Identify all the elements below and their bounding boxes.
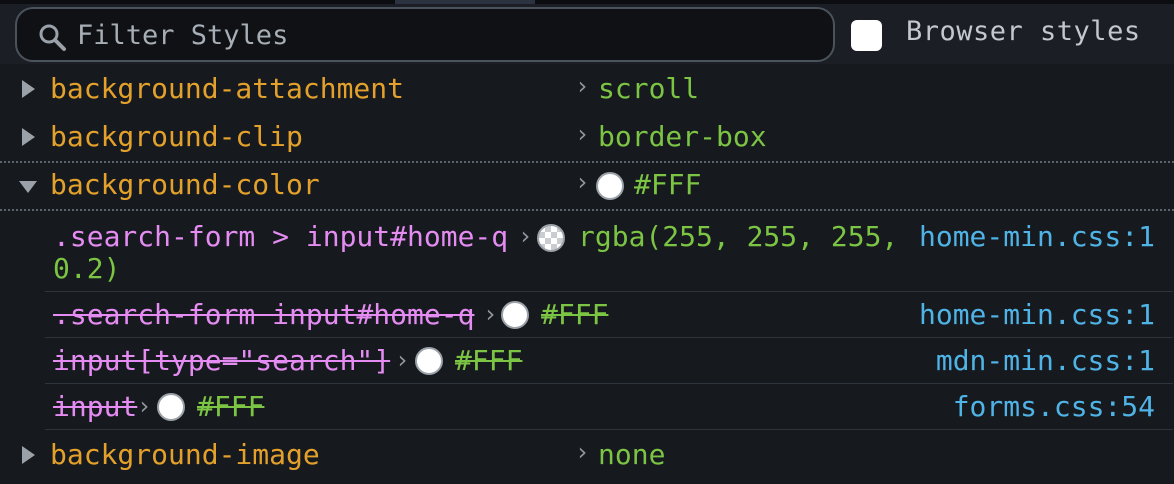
rule-value: #FFF [541,298,609,331]
rule-selector[interactable]: input[type="search"] [53,344,390,377]
property-name: background-attachment [50,72,405,105]
search-icon [39,24,66,51]
color-swatch-icon[interactable] [501,301,529,329]
row-divider [0,209,1174,211]
chevron-right-icon: › [518,222,533,250]
matched-rule-overridden: input[type="search"] › #FFF mdn-min.css:… [45,338,1173,384]
property-value: none [598,438,666,471]
filter-toolbar: Browser styles [0,4,1174,64]
rule-selector[interactable]: .search-form input#home-q [53,298,474,331]
color-swatch-icon[interactable] [596,172,624,200]
rule-value: #FFF [197,390,265,423]
property-name: background-clip [50,120,303,153]
property-value: border-box [598,120,767,153]
property-name: background-color [50,168,320,201]
rule-selector[interactable]: input [53,390,137,423]
rule-value: #FFF [455,344,523,377]
browser-styles-label[interactable]: Browser styles [906,16,1141,47]
property-value: #FFF [634,168,702,201]
matched-rule: .search-form > input#home-q › rgba(255, … [45,212,1173,292]
color-swatch-icon[interactable] [415,347,443,375]
chevron-right-icon: › [137,392,152,420]
color-swatch-icon[interactable] [157,393,185,421]
chevron-right-icon: › [575,168,590,196]
rule-source-link[interactable]: home-min.css:1 [919,298,1155,331]
computed-styles-panel: Browser styles background-attachment › s… [0,0,1174,484]
expand-twisty-icon[interactable] [22,446,35,464]
rule-source-link[interactable]: home-min.css:1 [919,220,1155,253]
chevron-right-icon: › [575,72,590,100]
property-name: background-image [50,438,320,471]
rule-source-link[interactable]: forms.css:54 [953,390,1155,423]
matched-rule-overridden: input › #FFF forms.css:54 [45,384,1173,430]
chevron-right-icon: › [483,300,498,328]
browser-styles-checkbox[interactable] [851,20,882,51]
rule-value-continued: 0.2) [53,252,121,285]
property-row-background-image[interactable]: background-image › none [0,432,1174,480]
matched-rule-overridden: .search-form input#home-q › #FFF home-mi… [45,292,1173,338]
collapse-twisty-icon[interactable] [19,181,37,193]
property-row-background-color[interactable]: background-color › #FFF [0,162,1174,210]
color-swatch-icon[interactable] [537,224,565,252]
chevron-right-icon: › [395,346,410,374]
chevron-right-icon: › [575,120,590,148]
property-value: scroll [598,72,700,105]
expand-twisty-icon[interactable] [22,128,35,146]
rule-source-link[interactable]: mdn-min.css:1 [936,344,1155,377]
property-row-background-attachment[interactable]: background-attachment › scroll [0,66,1174,114]
property-row-background-clip[interactable]: background-clip › border-box [0,114,1174,162]
filter-search-box[interactable] [15,7,835,62]
expand-twisty-icon[interactable] [22,80,35,98]
rule-value: rgba(255, 255, 255, [578,220,899,253]
filter-styles-input[interactable] [77,15,817,55]
rule-selector[interactable]: .search-form > input#home-q [53,220,508,253]
chevron-right-icon: › [575,438,590,466]
